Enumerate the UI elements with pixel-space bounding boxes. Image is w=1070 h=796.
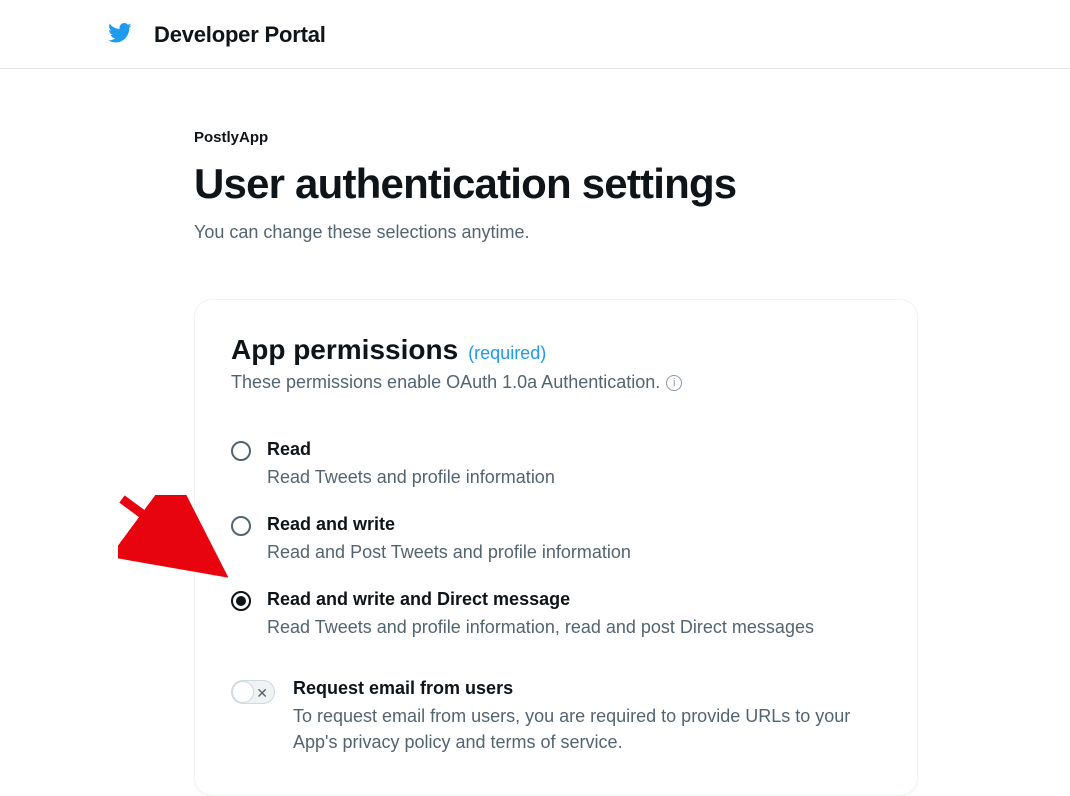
toggle-knob (232, 681, 254, 703)
info-icon[interactable]: i (666, 375, 682, 391)
page-subtitle: You can change these selections anytime. (194, 222, 920, 243)
request-email-toggle[interactable]: ✕ (231, 680, 275, 704)
request-email-description: To request email from users, you are req… (293, 703, 881, 755)
option-description: Read Tweets and profile information, rea… (267, 614, 814, 640)
option-label: Read and write (267, 514, 631, 535)
required-label: (required) (468, 343, 546, 364)
page-title: User authentication settings (194, 160, 920, 208)
section-title: App permissions (231, 334, 458, 366)
close-icon: ✕ (256, 683, 268, 703)
radio-icon (231, 591, 251, 611)
option-label: Read (267, 439, 555, 460)
page-content: PostlyApp User authentication settings Y… (0, 69, 920, 796)
permission-options: Read Read Tweets and profile information… (231, 429, 881, 654)
radio-option-read[interactable]: Read Read Tweets and profile information (231, 429, 881, 504)
radio-option-read-write-dm[interactable]: Read and write and Direct message Read T… (231, 579, 881, 654)
request-email-row: ✕ Request email from users To request em… (231, 678, 881, 755)
topbar: Developer Portal (0, 0, 1070, 69)
radio-icon (231, 516, 251, 536)
section-description: These permissions enable OAuth 1.0a Auth… (231, 372, 660, 393)
request-email-label: Request email from users (293, 678, 881, 699)
app-permissions-card: App permissions (required) These permiss… (194, 299, 918, 796)
radio-option-read-write[interactable]: Read and write Read and Post Tweets and … (231, 504, 881, 579)
portal-title: Developer Portal (154, 22, 326, 48)
option-label: Read and write and Direct message (267, 589, 814, 610)
breadcrumb-app-name: PostlyApp (194, 129, 920, 146)
option-description: Read Tweets and profile information (267, 464, 555, 490)
twitter-bird-icon (108, 23, 132, 48)
option-description: Read and Post Tweets and profile informa… (267, 539, 631, 565)
radio-icon (231, 441, 251, 461)
